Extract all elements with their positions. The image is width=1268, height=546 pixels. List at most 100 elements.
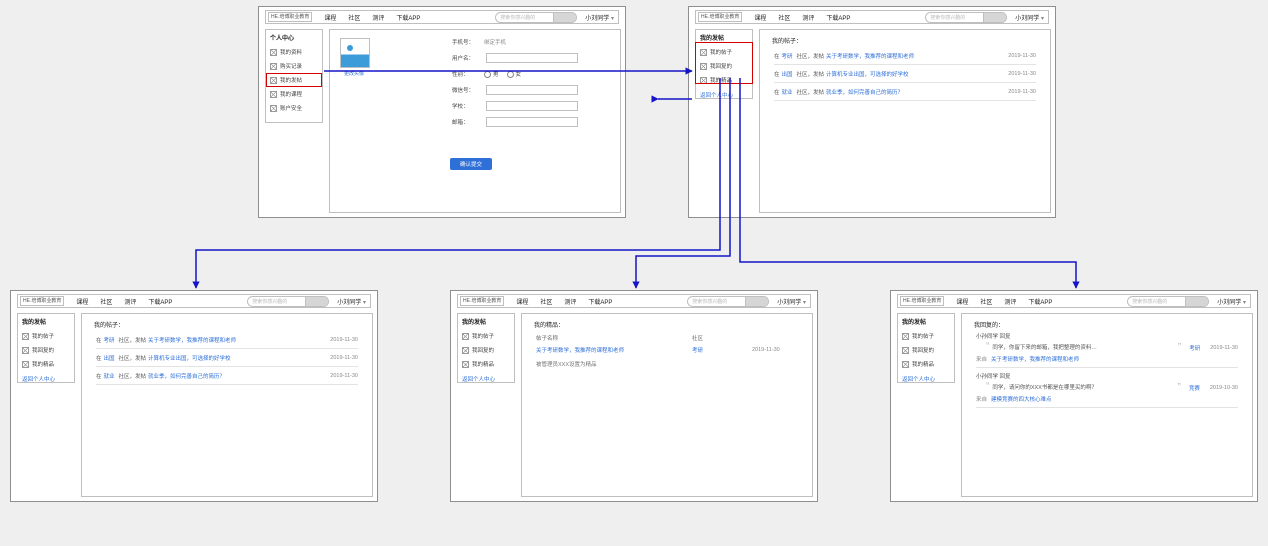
post-row[interactable]: 在就业社区，发帖就业季，如何完善自己的简历？2019-11-30 bbox=[96, 368, 358, 385]
nav-assessment[interactable]: 测评 bbox=[802, 13, 814, 22]
section-title: 我的帖子： bbox=[772, 36, 802, 45]
back-link[interactable]: 返回个人中心 bbox=[458, 371, 514, 387]
sidebar-posts: 我的发帖 我的帖子 我回复的 我的精品 返回个人中心 bbox=[17, 313, 75, 383]
sidebar-item-myreplies[interactable]: 我回复的 bbox=[696, 59, 752, 73]
posts-main: 我的帖子： 在考研社区，发帖关于考研数学，我推荐的课程和老师2019-11-30… bbox=[81, 313, 373, 497]
post-row[interactable]: 在考研社区，发帖关于考研数学，我推荐的课程和老师2019-11-30 bbox=[774, 48, 1036, 65]
nav-courses[interactable]: 课程 bbox=[956, 297, 968, 306]
reply-origin-link[interactable]: 建模竞赛的四大核心难点 bbox=[991, 397, 1052, 403]
avatar[interactable] bbox=[340, 38, 370, 68]
nav-courses[interactable]: 课程 bbox=[76, 297, 88, 306]
nav-community[interactable]: 社区 bbox=[100, 297, 112, 306]
sidebar-posts: 我的发帖 我的帖子 我回复的 我的精品 返回个人中心 bbox=[695, 29, 753, 99]
sidebar-item-myreplies[interactable]: 我回复的 bbox=[458, 343, 514, 357]
back-link[interactable]: 返回个人中心 bbox=[898, 371, 954, 387]
logo: HE.培博职业教育 bbox=[698, 12, 742, 22]
phone-value[interactable]: 绑定手机 bbox=[484, 38, 506, 46]
profile-main: 更改头像 手机号：绑定手机 用户名： 性别：男女 微信号： 学校： 邮箱： 确认… bbox=[329, 29, 621, 213]
gender-female[interactable]: 女 bbox=[507, 70, 522, 78]
sidebar-item-security[interactable]: 账户安全 bbox=[266, 101, 322, 115]
sidebar-item-myposts[interactable]: 我的发帖 bbox=[266, 73, 322, 87]
user-dropdown[interactable]: 小刘同学 bbox=[1217, 297, 1246, 306]
reply-cat[interactable]: 竞赛 bbox=[1189, 384, 1200, 392]
sidebar-item-myposts[interactable]: 我的帖子 bbox=[898, 329, 954, 343]
topbar: HE.培博职业教育 课程 社区 测评 下载APP 搜索你感兴趣的 小刘同学 bbox=[897, 294, 1251, 308]
search-button[interactable] bbox=[745, 297, 768, 306]
username-input[interactable] bbox=[486, 53, 578, 63]
search-input[interactable]: 搜索你感兴趣的 bbox=[687, 296, 769, 307]
nav-community[interactable]: 社区 bbox=[348, 13, 360, 22]
search-button[interactable] bbox=[305, 297, 328, 306]
sidebar-posts: 我的发帖 我的帖子 我回复的 我的精品 返回个人中心 bbox=[897, 313, 955, 383]
email-input[interactable] bbox=[486, 117, 578, 127]
nav-download[interactable]: 下载APP bbox=[148, 297, 172, 306]
post-row[interactable]: 在考研社区，发帖关于考研数学，我推荐的课程和老师2019-11-30 bbox=[96, 332, 358, 349]
section-title: 我回复的： bbox=[974, 320, 1004, 329]
nav-courses[interactable]: 课程 bbox=[754, 13, 766, 22]
sidebar-item-courses[interactable]: 我的课程 bbox=[266, 87, 322, 101]
back-link[interactable]: 返回个人中心 bbox=[18, 371, 74, 387]
nav-community[interactable]: 社区 bbox=[540, 297, 552, 306]
nav-download[interactable]: 下载APP bbox=[1028, 297, 1052, 306]
nav-community[interactable]: 社区 bbox=[980, 297, 992, 306]
school-input[interactable] bbox=[486, 101, 578, 111]
search-input[interactable]: 搜索你感兴趣的 bbox=[495, 12, 577, 23]
search-input[interactable]: 搜索你感兴趣的 bbox=[247, 296, 329, 307]
gender-male[interactable]: 男 bbox=[484, 70, 499, 78]
sidebar-item-info[interactable]: 我的资料 bbox=[266, 45, 322, 59]
reply-card: 小孙同学 回复 同学，你留下来的邮箱，我把整理的资料… 考研2019-11-30… bbox=[976, 332, 1238, 368]
nav-download[interactable]: 下载APP bbox=[588, 297, 612, 306]
nav-assessment[interactable]: 测评 bbox=[1004, 297, 1016, 306]
sidebar-item-records[interactable]: 购买记录 bbox=[266, 59, 322, 73]
nav-courses[interactable]: 课程 bbox=[324, 13, 336, 22]
nav-download[interactable]: 下载APP bbox=[826, 13, 850, 22]
reply-cat[interactable]: 考研 bbox=[1189, 344, 1200, 352]
row-email: 邮箱： bbox=[452, 116, 578, 128]
nav-courses[interactable]: 课程 bbox=[516, 297, 528, 306]
user-dropdown[interactable]: 小刘同学 bbox=[777, 297, 806, 306]
search-input[interactable]: 搜索你感兴趣的 bbox=[1127, 296, 1209, 307]
sidebar-item-myelite[interactable]: 我的精品 bbox=[458, 357, 514, 371]
sidebar-item-myelite[interactable]: 我的精品 bbox=[696, 73, 752, 87]
post-row[interactable]: 在出国社区，发帖计算机专业出国，可选择的好学校2019-11-30 bbox=[774, 66, 1036, 83]
wechat-input[interactable] bbox=[486, 85, 578, 95]
post-row[interactable]: 在出国社区，发帖计算机专业出国，可选择的好学校2019-11-30 bbox=[96, 350, 358, 367]
sidebar-item-myelite[interactable]: 我的精品 bbox=[898, 357, 954, 371]
sidebar-item-myreplies[interactable]: 我回复的 bbox=[898, 343, 954, 357]
search-input[interactable]: 搜索你感兴趣的 bbox=[925, 12, 1007, 23]
sidebar-profile: 个人中心 我的资料 购买记录 我的发帖 我的课程 账户安全 bbox=[265, 29, 323, 123]
search-button[interactable] bbox=[553, 13, 576, 22]
topbar: HE.培博职业教育 课程 社区 测评 下载APP 搜索你感兴趣的 小刘同学 bbox=[17, 294, 371, 308]
user-dropdown[interactable]: 小刘同学 bbox=[337, 297, 366, 306]
row-gender: 性别：男女 bbox=[452, 68, 529, 80]
section-title: 我的精品： bbox=[534, 320, 564, 329]
elite-row[interactable]: 关于考研数学，我推荐的课程和老师考研2019-11-30 bbox=[536, 346, 798, 354]
logo: HE.培博职业教育 bbox=[460, 296, 504, 306]
user-dropdown[interactable]: 小刘同学 bbox=[585, 13, 614, 22]
avatar-caption[interactable]: 更改头像 bbox=[344, 70, 364, 77]
nav-assessment[interactable]: 测评 bbox=[564, 297, 576, 306]
frame-posts-landing: HE.培博职业教育 课程 社区 测评 下载APP 搜索你感兴趣的 小刘同学 我的… bbox=[688, 6, 1056, 218]
back-link[interactable]: 返回个人中心 bbox=[696, 87, 752, 103]
nav-community[interactable]: 社区 bbox=[778, 13, 790, 22]
search-button[interactable] bbox=[983, 13, 1006, 22]
sidebar-item-myposts[interactable]: 我的帖子 bbox=[18, 329, 74, 343]
sidebar-item-myposts[interactable]: 我的帖子 bbox=[458, 329, 514, 343]
reply-origin-link[interactable]: 关于考研数学，我推荐的课程和老师 bbox=[991, 357, 1079, 363]
topbar: HE.培博职业教育 课程 社区 测评 下载APP 搜索你感兴趣的 小刘同学 bbox=[457, 294, 811, 308]
nav-assessment[interactable]: 测评 bbox=[372, 13, 384, 22]
nav-assessment[interactable]: 测评 bbox=[124, 297, 136, 306]
sidebar-item-myposts[interactable]: 我的帖子 bbox=[696, 45, 752, 59]
user-dropdown[interactable]: 小刘同学 bbox=[1015, 13, 1044, 22]
submit-button[interactable]: 确认提交 bbox=[450, 158, 492, 170]
row-username: 用户名： bbox=[452, 52, 578, 64]
canvas: HE.培博职业教育 课程 社区 测评 下载APP 搜索你感兴趣的 小刘同学 个人… bbox=[0, 0, 1268, 546]
search-button[interactable] bbox=[1185, 297, 1208, 306]
reply-card: 小孙同学 回复 同学，请问你的XXX书都是在哪里买的啊？ 竞赛2019-10-3… bbox=[976, 372, 1238, 408]
nav-download[interactable]: 下载APP bbox=[396, 13, 420, 22]
sidebar-item-myreplies[interactable]: 我回复的 bbox=[18, 343, 74, 357]
sidebar-item-myelite[interactable]: 我的精品 bbox=[18, 357, 74, 371]
logo: HE.培博职业教育 bbox=[268, 12, 312, 22]
post-row[interactable]: 在就业社区，发帖就业季，如何完善自己的简历？2019-11-30 bbox=[774, 84, 1036, 101]
sidebar-title: 我的发帖 bbox=[696, 30, 752, 45]
